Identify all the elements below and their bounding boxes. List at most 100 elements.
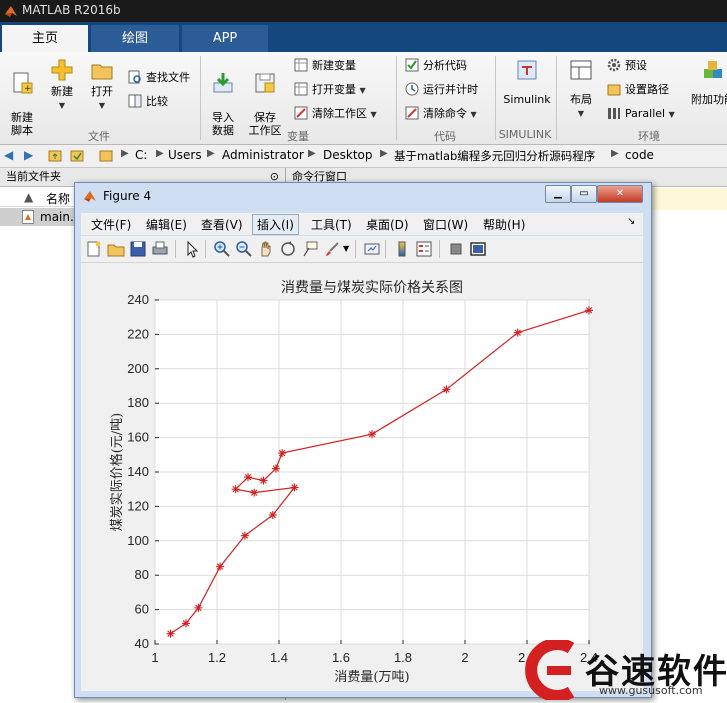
open-label: 打开 — [91, 85, 113, 98]
addons-cubes-icon — [701, 58, 725, 82]
compare-label: 比较 — [146, 95, 168, 108]
y-tick-label: 240 — [127, 292, 149, 307]
back-arrow-icon[interactable]: ◀ — [4, 148, 13, 162]
variable-group-label: 变量 — [287, 130, 309, 143]
y-tick-label: 120 — [127, 498, 149, 513]
pan-hand-icon[interactable] — [257, 240, 275, 258]
analyze-code-button[interactable]: 分析代码 — [405, 57, 467, 75]
new-variable-icon — [294, 58, 308, 72]
clear-commands-icon — [405, 106, 419, 120]
chevron-down-icon: ▼ — [668, 110, 675, 119]
menu-file[interactable]: 文件(F) — [91, 216, 131, 233]
matlab-logo-icon — [83, 189, 97, 206]
chevron-down-icon[interactable]: ▼ — [343, 244, 349, 253]
chevron-down-icon: ▼ — [470, 110, 477, 119]
breadcrumb-project-folder[interactable]: 基于matlab编程多元回归分析源码程序 — [394, 148, 595, 164]
open-button[interactable]: 打开 ▼ — [84, 58, 120, 112]
run-and-time-button[interactable]: 运行并计时 — [405, 81, 478, 99]
analyze-code-icon — [405, 58, 419, 72]
save-workspace-button[interactable]: 保存 工作区 — [246, 58, 284, 137]
menu-view[interactable]: 查看(V) — [201, 216, 243, 233]
menu-window[interactable]: 窗口(W) — [423, 216, 468, 233]
breadcrumb-code[interactable]: code — [625, 148, 654, 162]
breadcrumb-users[interactable]: Users — [168, 148, 202, 162]
breadcrumb-c-drive[interactable]: C: — [135, 148, 147, 162]
address-bar[interactable]: ◀ ▶ ▶ C: ▶ Users ▶ Administrator ▶ Deskt… — [0, 145, 727, 168]
open-variable-button[interactable]: 打开变量 ▼ — [294, 81, 366, 99]
rotate-3d-icon[interactable] — [279, 240, 297, 258]
link-plot-icon[interactable] — [363, 240, 381, 258]
run-and-time-label: 运行并计时 — [423, 83, 478, 96]
toolbar-divider — [175, 240, 176, 258]
new-button[interactable]: 新建 ▼ — [44, 58, 80, 112]
close-button[interactable]: ✕ — [597, 185, 643, 203]
menu-desktop[interactable]: 桌面(D) — [366, 216, 409, 233]
figure-window[interactable]: Figure 4 ▁ ▭ ✕ 文件(F) 编辑(E) 查看(V) 插入(I) 工… — [74, 182, 652, 698]
compare-button[interactable]: 比较 — [128, 93, 168, 111]
forward-arrow-icon[interactable]: ▶ — [24, 148, 33, 162]
breadcrumb-desktop[interactable]: Desktop — [323, 148, 373, 162]
breadcrumb-administrator[interactable]: Administrator — [222, 148, 304, 162]
chevron-down-icon: ▼ — [98, 101, 106, 110]
menu-edit[interactable]: 编辑(E) — [146, 216, 187, 233]
data-point-marker — [290, 483, 299, 492]
new-variable-label: 新建变量 — [312, 59, 356, 72]
open-file-icon[interactable] — [107, 240, 125, 258]
analyze-code-label: 分析代码 — [423, 59, 467, 72]
zoom-in-icon[interactable] — [213, 240, 231, 258]
hide-plot-tools-icon[interactable] — [447, 240, 465, 258]
tab-apps[interactable]: APP — [182, 25, 268, 52]
breadcrumb-separator-icon: ▶ — [380, 148, 388, 159]
minimize-button[interactable]: ▁ — [545, 185, 571, 203]
menu-insert[interactable]: 插入(I) — [252, 214, 299, 235]
y-tick-label: 180 — [127, 395, 149, 410]
brush-icon[interactable] — [323, 240, 341, 258]
clear-workspace-button[interactable]: 清除工作区 ▼ — [294, 105, 377, 123]
gear-icon — [607, 58, 621, 72]
matlab-logo-icon — [4, 4, 18, 21]
data-point-marker — [250, 488, 259, 497]
legend-icon[interactable] — [415, 240, 433, 258]
folder-open-icon — [90, 58, 114, 82]
layout-button[interactable]: 布局 ▼ — [563, 58, 599, 120]
menu-tools[interactable]: 工具(T) — [311, 216, 352, 233]
folder-icon — [99, 148, 113, 165]
menu-overflow-icon[interactable]: ↘ — [627, 216, 635, 227]
y-tick-label: 60 — [135, 602, 149, 617]
clear-commands-button[interactable]: 清除命令 ▼ — [405, 105, 477, 123]
new-variable-button[interactable]: 新建变量 — [294, 57, 356, 75]
tab-plots[interactable]: 绘图 — [91, 25, 179, 52]
figure-title-bar[interactable]: Figure 4 ▁ ▭ ✕ — [75, 183, 651, 211]
tab-home[interactable]: 主页 — [2, 25, 88, 52]
data-cursor-icon[interactable] — [301, 240, 319, 258]
set-path-label: 设置路径 — [625, 83, 669, 96]
new-figure-icon[interactable] — [85, 240, 103, 258]
print-icon[interactable] — [151, 240, 169, 258]
zoom-out-icon[interactable] — [235, 240, 253, 258]
maximize-button[interactable]: ▭ — [571, 185, 597, 203]
parallel-label: Parallel — [625, 107, 666, 120]
x-tick-label: 2 — [461, 650, 468, 665]
name-column-header[interactable]: 名称 — [46, 190, 70, 207]
preferences-button[interactable]: 预设 — [607, 57, 647, 75]
menu-help[interactable]: 帮助(H) — [483, 216, 525, 233]
chart-svg[interactable]: 1 1.2 1.4 1.6 1.8 2 2.2 2.440608010012014016018… — [81, 263, 643, 691]
find-files-button[interactable]: 查找文件 — [128, 69, 190, 87]
parallel-button[interactable]: Parallel ▼ — [607, 105, 675, 123]
data-point-marker — [268, 511, 277, 519]
figure-canvas[interactable]: 1 1.2 1.4 1.6 1.8 2 2.2 2.4 40 60 80 100 120 140 160 18… — [81, 263, 643, 691]
new-script-button[interactable]: + 新建 脚本 — [4, 58, 40, 137]
import-data-button[interactable]: 导入 数据 — [205, 58, 241, 137]
addons-button[interactable]: 附加功能 — [688, 58, 727, 106]
save-icon[interactable] — [129, 240, 147, 258]
x-tick-label: 1.4 — [270, 650, 288, 665]
pointer-icon[interactable] — [183, 240, 201, 258]
set-path-button[interactable]: 设置路径 — [607, 81, 669, 99]
colorbar-icon[interactable] — [393, 240, 411, 258]
simulink-button[interactable]: Simulink — [500, 58, 554, 106]
up-folder-icon[interactable] — [48, 148, 62, 165]
show-plot-tools-icon[interactable] — [469, 240, 487, 258]
data-point-marker — [182, 619, 190, 628]
browse-folder-icon[interactable] — [70, 148, 84, 165]
find-files-icon — [128, 70, 142, 84]
